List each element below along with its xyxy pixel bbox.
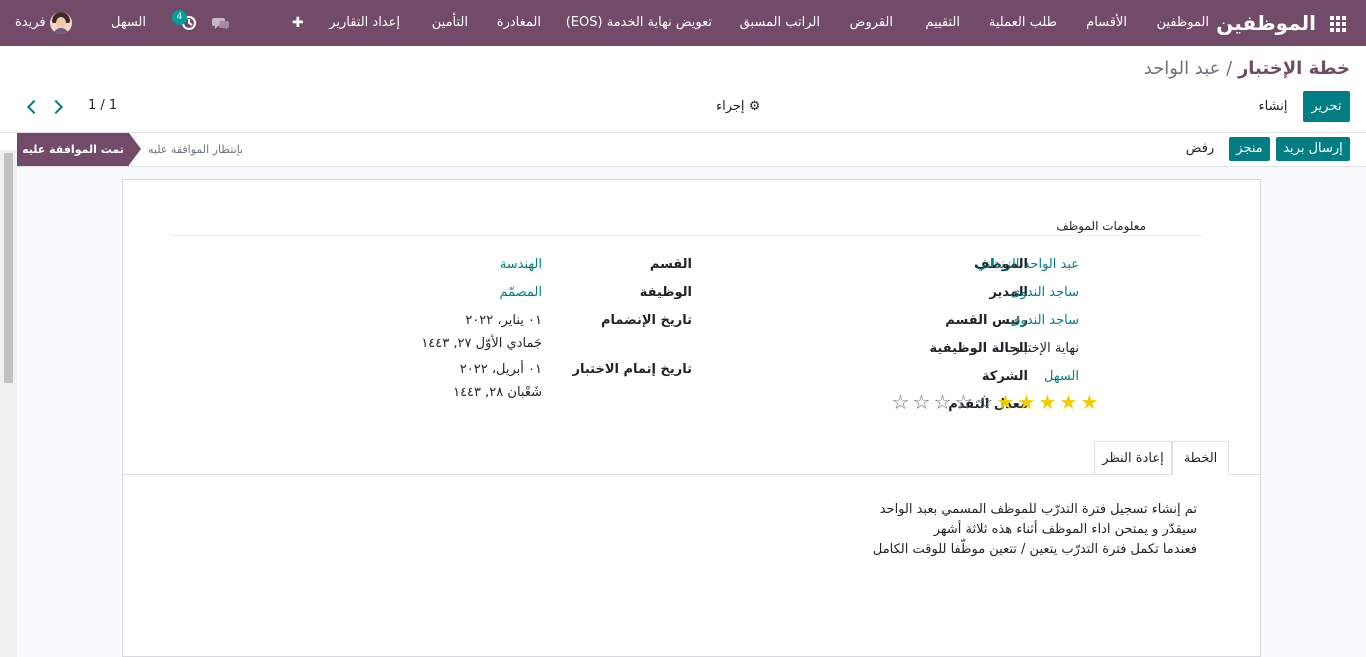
activity-count-badge: 4 bbox=[172, 10, 187, 25]
gear-icon: ⚙ bbox=[748, 99, 761, 114]
next-record-icon[interactable] bbox=[48, 99, 64, 115]
breadcrumb-current: عبد الواحد bbox=[1143, 58, 1221, 79]
chat-icon[interactable] bbox=[212, 15, 230, 31]
rating-star-icon[interactable]: ★ bbox=[1079, 392, 1100, 412]
label-department: القسم bbox=[649, 257, 692, 272]
create-button[interactable]: إنشاء bbox=[1253, 91, 1293, 122]
value-employee[interactable]: عبد الواحد الزنداني bbox=[976, 257, 1079, 272]
value-join-date-hijri: جَمادي الأوّل ٢٧, ١٤٤٣ bbox=[421, 336, 542, 351]
employee-info-heading: معلومات الموظف bbox=[1056, 219, 1146, 233]
stage-pending[interactable]: بإنتظار الموافقة عليه bbox=[148, 133, 243, 166]
company-switcher[interactable]: السهل bbox=[111, 0, 146, 46]
rating-star-empty-icon[interactable]: ☆ bbox=[890, 392, 911, 412]
tab-plan[interactable]: الخطة bbox=[1172, 441, 1229, 475]
label-join-date: تاريخ الإنضمام bbox=[601, 313, 692, 328]
menu-loans[interactable]: القروض bbox=[850, 0, 893, 46]
rating-star-empty-icon[interactable]: ☆ bbox=[974, 392, 995, 412]
tab-review[interactable]: إعادة النظر bbox=[1094, 441, 1172, 474]
value-manager[interactable]: ساجد الندوى bbox=[1010, 285, 1079, 300]
menu-departure[interactable]: المغادرة bbox=[497, 0, 541, 46]
menu-appraisal[interactable]: التقييم bbox=[925, 0, 960, 46]
send-mail-button[interactable]: إرسال بريد bbox=[1276, 137, 1350, 161]
app-brand[interactable]: الموظفين bbox=[1216, 0, 1316, 46]
plan-note-line: تم إنشاء تسجيل فترة التدرّب للموظف المسم… bbox=[879, 502, 1197, 517]
rating-star-empty-icon[interactable]: ☆ bbox=[911, 392, 932, 412]
scrollbar[interactable] bbox=[0, 150, 17, 657]
value-probation-end: ٠١ أبريل، ٢٠٢٢ bbox=[459, 362, 542, 377]
done-button[interactable]: منجز bbox=[1229, 137, 1270, 161]
scrollbar-thumb[interactable] bbox=[4, 153, 13, 383]
status-bar: إرسال بريد منجز رفض تمت الموافقة عليه بإ… bbox=[0, 133, 1366, 167]
stage-approved[interactable]: تمت الموافقة عليه bbox=[17, 133, 141, 166]
label-probation-end: تاريخ إتمام الاختبار bbox=[572, 362, 693, 377]
user-avatar[interactable] bbox=[50, 12, 72, 34]
plan-note-line: فعندما تكمل فترة التدرّب يتعين / تتعين م… bbox=[872, 542, 1197, 557]
value-join-date: ٠١ يناير، ٢٠٢٢ bbox=[465, 313, 542, 328]
rating-star-icon[interactable]: ★ bbox=[995, 392, 1016, 412]
menu-eos[interactable]: تعويض نهاية الخدمة (EOS) bbox=[566, 0, 712, 46]
quick-create-icon[interactable]: ✚ bbox=[292, 0, 304, 46]
rating-star-icon[interactable]: ★ bbox=[1037, 392, 1058, 412]
label-company: الشركة bbox=[981, 369, 1028, 384]
menu-departments[interactable]: الأقسام bbox=[1086, 0, 1127, 46]
form-sheet bbox=[122, 179, 1261, 657]
menu-operation-request[interactable]: طلب العملية bbox=[989, 0, 1057, 46]
menu-employees[interactable]: الموظفين bbox=[1156, 0, 1209, 46]
progress-rating[interactable]: ★★★★★☆☆☆☆☆ bbox=[890, 392, 1100, 412]
breadcrumb-separator: / bbox=[1220, 58, 1238, 79]
value-dept-head[interactable]: ساجد الندوى bbox=[1010, 313, 1079, 328]
menu-reporting[interactable]: إعداد التقارير bbox=[329, 0, 400, 46]
reject-button[interactable]: رفض bbox=[1185, 137, 1215, 161]
breadcrumb: خطة الإختبار / عبد الواحد bbox=[1144, 58, 1350, 79]
plan-note-line: سيقدّر و يمتحن اداء الموظف أثناء هذه ثلا… bbox=[933, 522, 1197, 537]
action-menu[interactable]: ⚙ إجراء bbox=[716, 99, 760, 114]
value-probation-end-hijri: شَعْبان ٢٨, ١٤٤٣ bbox=[453, 385, 542, 400]
action-label: إجراء bbox=[716, 99, 745, 114]
previous-record-icon[interactable] bbox=[26, 99, 42, 115]
section-divider bbox=[170, 235, 1201, 236]
value-job-status: نهاية الإختبار bbox=[1013, 341, 1079, 356]
tabs-divider bbox=[123, 474, 1260, 475]
pager-value[interactable]: 1 / 1 bbox=[88, 98, 117, 113]
rating-star-icon[interactable]: ★ bbox=[1058, 392, 1079, 412]
rating-star-empty-icon[interactable]: ☆ bbox=[953, 392, 974, 412]
top-navbar: الموظفين الموظفين الأقسام طلب العملية ال… bbox=[0, 0, 1366, 46]
value-job[interactable]: المصمّم bbox=[499, 285, 542, 300]
rating-star-empty-icon[interactable]: ☆ bbox=[932, 392, 953, 412]
edit-button[interactable]: تحرير bbox=[1303, 91, 1350, 122]
rating-star-icon[interactable]: ★ bbox=[1016, 392, 1037, 412]
menu-advance-salary[interactable]: الراتب المسبق bbox=[740, 0, 820, 46]
label-job: الوظيفة bbox=[639, 285, 692, 300]
menu-insurance[interactable]: التأمين bbox=[432, 0, 468, 46]
breadcrumb-parent[interactable]: خطة الإختبار bbox=[1238, 58, 1350, 79]
apps-grid-icon[interactable] bbox=[1330, 16, 1346, 32]
value-company[interactable]: السهل bbox=[1044, 369, 1079, 384]
user-menu[interactable]: فريدة bbox=[15, 0, 46, 46]
value-department[interactable]: الهندسة bbox=[500, 257, 542, 272]
